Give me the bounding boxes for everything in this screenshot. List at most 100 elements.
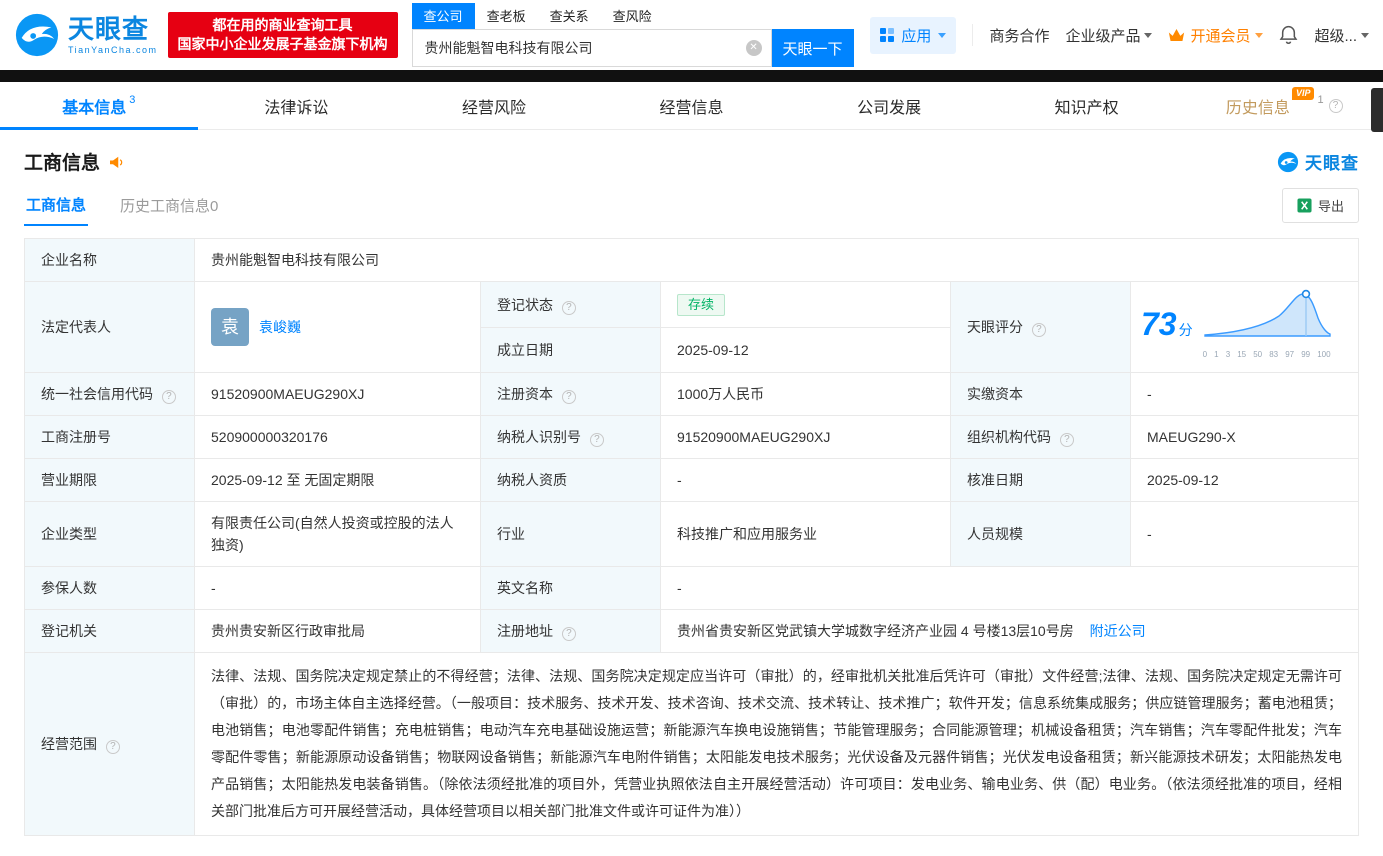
subtab-business-info[interactable]: 工商信息 bbox=[24, 185, 89, 226]
top-header: 天眼查 TianYanCha.com 都在用的商业查询工具 国家中小企业发展子基… bbox=[0, 0, 1383, 70]
nearby-companies-link[interactable]: 附近公司 bbox=[1090, 623, 1146, 639]
legal-rep-avatar[interactable]: 袁 bbox=[211, 308, 249, 346]
app-grid-icon bbox=[880, 28, 895, 42]
insured-count-label: 参保人数 bbox=[24, 566, 195, 610]
table-row: 参保人数 - 英文名称 - bbox=[24, 566, 1359, 610]
chevron-down-icon bbox=[1255, 32, 1264, 38]
table-row: 经营范围 ? 法律、法规、国务院决定规定禁止的不得经营；法律、法规、国务院决定规… bbox=[24, 652, 1359, 836]
search-button[interactable]: 天眼一下 bbox=[771, 29, 854, 67]
search-row: ✕ 天眼一下 bbox=[411, 29, 854, 67]
tab-count: 3 bbox=[129, 93, 136, 106]
score-axis: 013 15 50 83 97 99 100 bbox=[1202, 350, 1331, 359]
user-account-menu[interactable]: 超级... bbox=[1314, 25, 1369, 46]
search-box: ✕ bbox=[411, 29, 772, 67]
notification-bell-button[interactable] bbox=[1279, 25, 1298, 45]
watermark-brand-name: 天眼查 bbox=[1305, 154, 1359, 173]
search-input[interactable] bbox=[412, 30, 771, 66]
business-scope-label: 经营范围 ? bbox=[24, 652, 195, 836]
help-icon[interactable]: ? bbox=[589, 433, 604, 447]
logo-brand-name: 天眼查 bbox=[68, 13, 150, 44]
subtab-history-business-info[interactable]: 历史工商信息0 bbox=[118, 186, 220, 225]
bell-icon bbox=[1280, 25, 1298, 44]
crown-icon bbox=[1169, 29, 1185, 41]
reg-no-label: 工商注册号 bbox=[24, 415, 195, 459]
help-icon[interactable]: ? bbox=[561, 627, 576, 641]
chevron-down-icon bbox=[1144, 32, 1153, 38]
tab-operation-risk[interactable]: 经营风险 bbox=[395, 82, 593, 129]
cooperation-label: 商务合作 bbox=[989, 27, 1050, 45]
table-row: 企业类型 有限责任公司(自然人投资或控股的法人独资) 行业 科技推广和应用服务业… bbox=[24, 501, 1359, 567]
tab-history-info[interactable]: 历史信息 VIP 1 ? bbox=[1185, 82, 1383, 129]
help-icon[interactable]: ? bbox=[105, 740, 120, 754]
business-scope-value: 法律、法规、国务院决定规定禁止的不得经营；法律、法规、国务院决定规定应当许可（审… bbox=[194, 652, 1359, 836]
search-tab-boss[interactable]: 查老板 bbox=[475, 3, 538, 29]
help-icon[interactable]: ? bbox=[161, 390, 176, 404]
legal-rep-link[interactable]: 袁峻巍 bbox=[259, 316, 301, 338]
logo-text: 天眼查 TianYanCha.com bbox=[68, 16, 158, 55]
industry-label: 行业 bbox=[480, 501, 661, 567]
table-row: 工商注册号 520900000320176 纳税人识别号 ? 91520900M… bbox=[24, 415, 1359, 459]
legal-rep-cell: 袁 袁峻巍 bbox=[194, 281, 481, 373]
company-type-label: 企业类型 bbox=[24, 501, 195, 567]
enterprise-product-link[interactable]: 企业级产品 bbox=[1065, 25, 1153, 46]
subtab-bar: 工商信息 历史工商信息0 导出 bbox=[24, 185, 1359, 226]
tab-intellectual-property[interactable]: 知识产权 bbox=[988, 82, 1186, 129]
tab-basic-info[interactable]: 基本信息 3 bbox=[0, 82, 198, 130]
tab-operation-info[interactable]: 经营信息 bbox=[593, 82, 791, 129]
legal-rep-label: 法定代表人 bbox=[24, 281, 195, 373]
reg-status-label: 登记状态 ? bbox=[480, 280, 661, 329]
side-float-widget[interactable] bbox=[1371, 88, 1383, 132]
tyc-score-cell: 73 分 013 15 50 83 97 99 100 bbox=[1130, 281, 1359, 373]
vip-badge: VIP bbox=[1291, 87, 1315, 100]
clear-search-icon[interactable]: ✕ bbox=[745, 40, 762, 56]
staff-size-label: 人员规模 bbox=[950, 501, 1131, 567]
tianyancha-watermark: 天眼查 bbox=[1277, 149, 1359, 174]
taxpayer-no-value: 91520900MAEUG290XJ bbox=[660, 415, 951, 459]
paid-capital-value: - bbox=[1130, 372, 1359, 416]
megaphone-icon[interactable] bbox=[107, 153, 125, 171]
company-name-value: 贵州能魁智电科技有限公司 bbox=[194, 238, 1359, 282]
approval-date-label: 核准日期 bbox=[950, 458, 1131, 502]
tab-legal-litigation[interactable]: 法律诉讼 bbox=[198, 82, 396, 129]
chevron-down-icon bbox=[1361, 32, 1369, 38]
business-term-label: 营业期限 bbox=[24, 458, 195, 502]
tianyancha-watermark-icon bbox=[1277, 151, 1299, 172]
tianyancha-logo[interactable]: 天眼查 TianYanCha.com bbox=[14, 12, 158, 58]
promo-line1: 都在用的商业查询工具 bbox=[212, 17, 353, 33]
business-cooperation-link[interactable]: 商务合作 bbox=[989, 25, 1049, 46]
excel-icon bbox=[1297, 198, 1312, 213]
taxpayer-qualification-label: 纳税人资质 bbox=[480, 458, 661, 502]
chevron-down-icon bbox=[938, 32, 947, 38]
help-icon[interactable]: ? bbox=[1328, 98, 1343, 113]
help-icon[interactable]: ? bbox=[561, 390, 576, 404]
help-icon[interactable]: ? bbox=[561, 300, 576, 315]
reg-address-value: 贵州省贵安新区党武镇大学城数字经济产业园 4 号楼13层10号房 附近公司 bbox=[660, 609, 1359, 653]
help-icon[interactable]: ? bbox=[1059, 433, 1074, 447]
table-row: 统一社会信用代码 ? 91520900MAEUG290XJ 注册资本 ? 100… bbox=[24, 372, 1359, 416]
staff-size-value: - bbox=[1130, 501, 1359, 567]
score-unit: 分 bbox=[1178, 322, 1193, 338]
help-icon[interactable]: ? bbox=[1031, 323, 1046, 337]
industry-value: 科技推广和应用服务业 bbox=[660, 501, 951, 567]
enterprise-label: 企业级产品 bbox=[1065, 27, 1141, 45]
approval-date-value: 2025-09-12 bbox=[1130, 458, 1359, 502]
search-tab-relation[interactable]: 查关系 bbox=[538, 3, 601, 29]
establish-date-label: 成立日期 bbox=[480, 327, 661, 373]
logo-domain: TianYanCha.com bbox=[68, 44, 158, 55]
tab-label: 历史信息 bbox=[1225, 99, 1290, 117]
export-button[interactable]: 导出 bbox=[1281, 188, 1359, 223]
tab-label: 知识产权 bbox=[1054, 99, 1119, 117]
tab-company-development[interactable]: 公司发展 bbox=[790, 82, 988, 129]
app-menu-button[interactable]: 应用 bbox=[870, 16, 957, 54]
open-vip-link[interactable]: 开通会员 bbox=[1168, 25, 1264, 46]
search-tab-company[interactable]: 查公司 bbox=[411, 3, 475, 29]
score-value: 73 bbox=[1141, 306, 1177, 342]
reg-address-label: 注册地址 ? bbox=[480, 609, 661, 653]
tianyancha-logo-icon bbox=[15, 13, 59, 57]
table-row: 登记机关 贵州贵安新区行政审批局 注册地址 ? 贵州省贵安新区党武镇大学城数字经… bbox=[24, 609, 1359, 653]
reg-capital-label: 注册资本 ? bbox=[480, 372, 661, 416]
reg-authority-label: 登记机关 bbox=[24, 609, 195, 653]
search-tab-risk[interactable]: 查风险 bbox=[601, 3, 664, 29]
taxpayer-no-label: 纳税人识别号 ? bbox=[480, 415, 661, 459]
taxpayer-qualification-value: - bbox=[660, 458, 951, 502]
